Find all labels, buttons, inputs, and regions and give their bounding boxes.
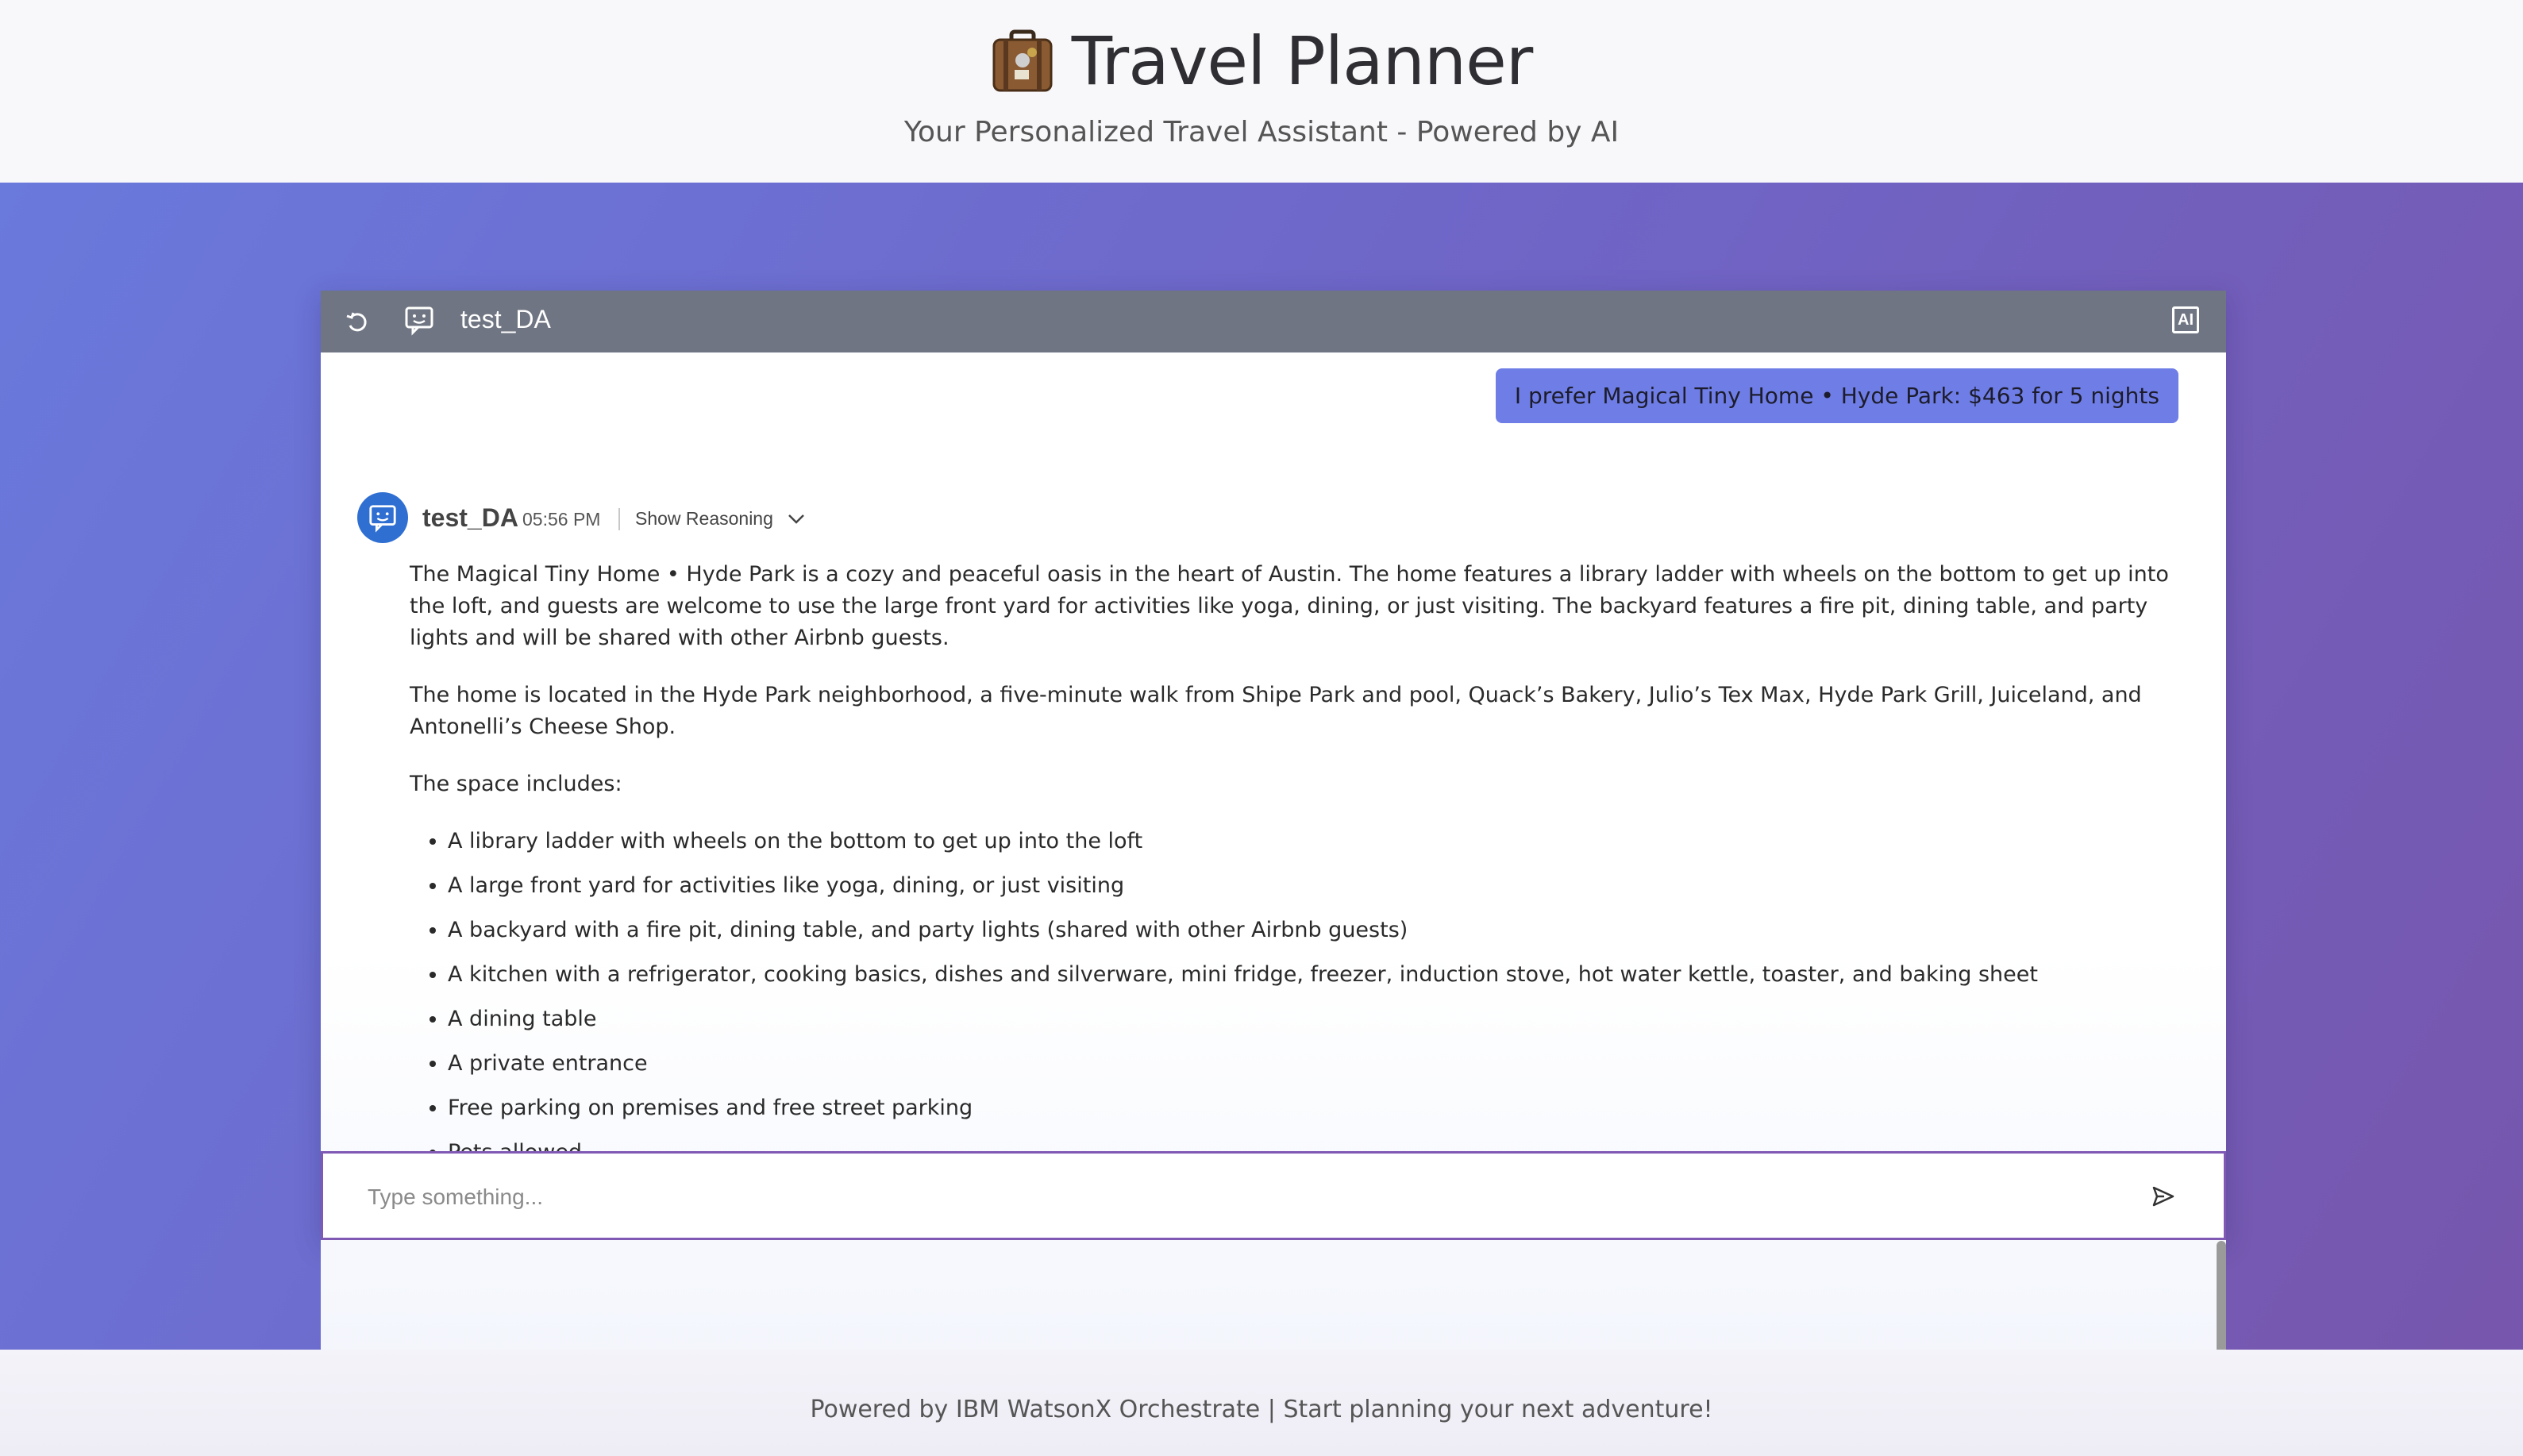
title-row: Travel Planner: [0, 22, 2523, 100]
bot-avatar-icon: [369, 505, 396, 533]
page-footer: Powered by IBM WatsonX Orchestrate | Sta…: [0, 1350, 2523, 1456]
list-item: Free parking on premises and free street…: [448, 1092, 2188, 1124]
page-header: Travel Planner Your Personalized Travel …: [0, 0, 2523, 183]
chat-agent-name: test_DA: [460, 305, 551, 333]
chat-window: test_DA AI I prefer Magical Tiny Home • …: [321, 291, 2226, 1442]
send-icon: [2152, 1186, 2174, 1207]
footer-text: Powered by IBM WatsonX Orchestrate | Sta…: [810, 1396, 1713, 1423]
list-item: A kitchen with a refrigerator, cooking b…: [448, 959, 2188, 991]
chat-agent-icon: [403, 304, 435, 336]
list-item: A large front yard for activities like y…: [448, 870, 2188, 902]
bot-paragraph: The home is located in the Hyde Park nei…: [410, 683, 2142, 739]
bot-paragraph: The Magical Tiny Home • Hyde Park is a c…: [410, 562, 2169, 650]
page-title: Travel Planner: [1071, 22, 1534, 100]
chat-header: test_DA AI: [321, 291, 2226, 352]
bot-paragraph: The space includes:: [410, 772, 622, 796]
show-reasoning-toggle[interactable]: Show Reasoning: [635, 508, 805, 530]
show-reasoning-label: Show Reasoning: [635, 508, 773, 529]
message-input[interactable]: [366, 1177, 2100, 1217]
meta-divider: [618, 508, 620, 530]
list-item: A backyard with a fire pit, dining table…: [448, 915, 2188, 946]
list-item: A dining table: [448, 1003, 2188, 1035]
message-timestamp: 05:56 PM: [522, 509, 601, 530]
list-item: A library ladder with wheels on the bott…: [448, 826, 2188, 857]
amenities-list: A library ladder with wheels on the bott…: [410, 826, 2188, 1169]
message-list[interactable]: I prefer Magical Tiny Home • Hyde Park: …: [321, 352, 2226, 1442]
page-subtitle: Your Personalized Travel Assistant - Pow…: [903, 116, 1620, 148]
chevron-down-icon: [788, 514, 804, 524]
send-button[interactable]: [2149, 1182, 2178, 1211]
restart-icon[interactable]: [341, 306, 373, 337]
ai-badge: AI: [2172, 306, 2199, 333]
bot-avatar: [357, 492, 408, 543]
suitcase-icon: [992, 29, 1053, 92]
user-message: I prefer Magical Tiny Home • Hyde Park: …: [1495, 368, 2178, 423]
list-item: A private entrance: [448, 1048, 2188, 1080]
bot-message-body: The Magical Tiny Home • Hyde Park is a c…: [410, 559, 2188, 1181]
bot-name: test_DA: [422, 503, 518, 532]
message-input-bar: [321, 1151, 2226, 1240]
